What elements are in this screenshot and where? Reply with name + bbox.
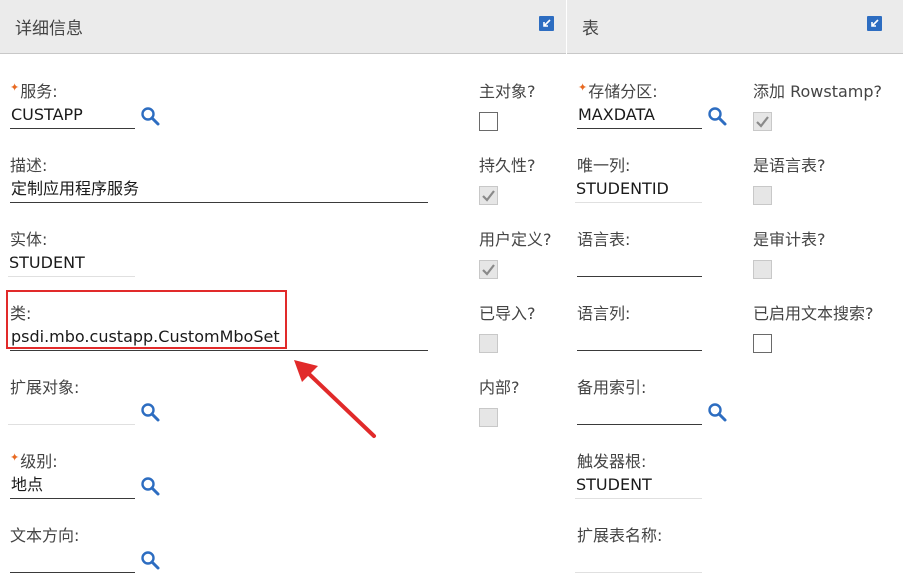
search-icon[interactable]: [707, 402, 729, 424]
main-object-checkbox[interactable]: [479, 112, 498, 131]
language-column-field[interactable]: [577, 324, 702, 351]
required-marker: ✦: [10, 81, 20, 94]
is-language-table-label: 是语言表?: [753, 156, 826, 175]
extension-table-name-label: 扩展表名称:: [577, 526, 663, 545]
description-label: 描述:: [10, 156, 48, 175]
text-direction-label: 文本方向:: [10, 526, 80, 545]
check-icon: [756, 116, 769, 128]
details-panel-header: 详细信息: [0, 0, 566, 54]
service-label: ✦服务:: [10, 81, 58, 101]
storage-partition-label: ✦存储分区:: [578, 81, 658, 101]
unique-column-field: STUDENTID: [575, 176, 702, 203]
table-panel-title: 表: [582, 19, 599, 39]
check-icon: [482, 190, 495, 202]
add-rowstamp-checkbox: [753, 112, 772, 131]
annotation-highlight-box: [6, 290, 287, 349]
check-icon: [482, 264, 495, 276]
panel-divider: [566, 0, 567, 586]
search-icon[interactable]: [707, 106, 729, 128]
trigger-root-label: 触发器根:: [577, 452, 647, 471]
user-defined-checkbox: [479, 260, 498, 279]
table-panel-header: 表: [567, 0, 903, 54]
service-field[interactable]: CUSTAPP: [10, 102, 135, 129]
details-panel-title: 详细信息: [15, 19, 83, 39]
trigger-root-field: STUDENT: [575, 472, 702, 499]
imported-checkbox: [479, 334, 498, 353]
text-direction-field[interactable]: [10, 546, 135, 573]
imported-label: 已导入?: [479, 304, 536, 323]
add-rowstamp-label: 添加 Rowstamp?: [753, 82, 883, 101]
required-marker: ✦: [578, 81, 588, 94]
language-table-label: 语言表:: [577, 230, 631, 249]
language-column-label: 语言列:: [577, 304, 631, 323]
description-field[interactable]: 定制应用程序服务: [10, 176, 428, 203]
collapse-icon[interactable]: [539, 16, 554, 31]
search-icon[interactable]: [140, 106, 162, 128]
internal-checkbox: [479, 408, 498, 427]
internal-label: 内部?: [479, 378, 520, 397]
alternate-index-field[interactable]: [577, 398, 702, 425]
user-defined-label: 用户定义?: [479, 230, 552, 249]
is-audit-table-label: 是审计表?: [753, 230, 826, 249]
entity-label: 实体:: [10, 230, 48, 249]
search-icon[interactable]: [140, 402, 162, 424]
level-label: ✦级别:: [10, 451, 58, 471]
is-audit-table-checkbox: [753, 260, 772, 279]
extension-object-label: 扩展对象:: [10, 378, 80, 397]
collapse-icon[interactable]: [867, 16, 882, 31]
persistent-label: 持久性?: [479, 156, 536, 175]
main-object-label: 主对象?: [479, 82, 536, 101]
extension-object-field: [8, 398, 135, 425]
language-table-field[interactable]: [577, 250, 702, 277]
text-search-enabled-label: 已启用文本搜索?: [753, 304, 874, 323]
alternate-index-label: 备用索引:: [577, 378, 647, 397]
entity-field: STUDENT: [8, 250, 135, 277]
required-marker: ✦: [10, 451, 20, 464]
persistent-checkbox: [479, 186, 498, 205]
is-language-table-checkbox: [753, 186, 772, 205]
storage-partition-field[interactable]: MAXDATA: [577, 102, 702, 129]
search-icon[interactable]: [140, 550, 162, 572]
text-search-enabled-checkbox[interactable]: [753, 334, 772, 353]
unique-column-label: 唯一列:: [577, 156, 631, 175]
search-icon[interactable]: [140, 476, 162, 498]
extension-table-name-field: [575, 546, 702, 573]
level-field[interactable]: 地点: [10, 472, 135, 499]
